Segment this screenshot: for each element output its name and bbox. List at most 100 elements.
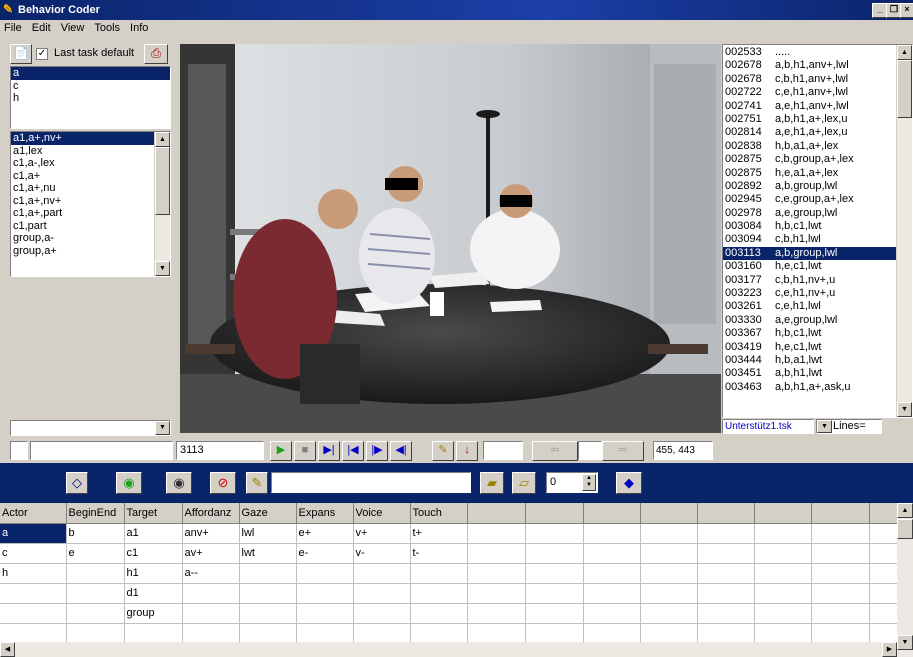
actor-list[interactable]: ach [10, 66, 171, 129]
table-cell[interactable] [467, 543, 526, 564]
menu-view[interactable]: View [57, 20, 91, 34]
record-green-icon[interactable]: ◉ [116, 472, 142, 494]
table-cell[interactable] [296, 563, 354, 584]
scroll-thumb[interactable] [897, 60, 912, 118]
menu-info[interactable]: Info [126, 20, 154, 34]
event-item[interactable]: 003177 c,b,h1,nv+,u [723, 274, 897, 287]
table-cell[interactable] [525, 563, 584, 584]
event-item[interactable]: 002533..... [723, 46, 897, 59]
table-cell[interactable]: d1 [124, 583, 183, 604]
table-cell[interactable] [410, 563, 468, 584]
scroll-down-icon[interactable]: ▼ [155, 261, 170, 276]
open-task-button[interactable]: 📄 [10, 44, 32, 64]
event-item[interactable]: 002945 c,e,group,a+,lex [723, 193, 897, 206]
dropdown-arrow-icon[interactable]: ▼ [817, 420, 832, 433]
scroll-up-icon[interactable]: ▲ [155, 132, 170, 147]
table-cell[interactable] [754, 623, 812, 644]
event-item[interactable]: 002751 a,b,h1,a+,lex,u [723, 113, 897, 126]
grid-scrollbar[interactable]: ▲ ▼ [897, 503, 913, 657]
event-item[interactable]: 003094 c,b,h1,lwl [723, 233, 897, 246]
table-cell[interactable] [0, 623, 67, 644]
table-cell[interactable] [525, 583, 584, 604]
stop-icon[interactable]: ■ [294, 441, 316, 461]
event-item[interactable]: 002875 h,e,a1,a+,lex [723, 167, 897, 180]
lines-dropdown[interactable]: Lines= 177 ▼ [816, 419, 882, 434]
table-cell[interactable] [0, 583, 67, 604]
table-cell[interactable] [525, 543, 584, 564]
column-header[interactable]: Actor [0, 503, 67, 524]
table-cell[interactable] [697, 563, 755, 584]
dropdown-arrow-icon[interactable]: ▼ [155, 421, 170, 435]
code-item[interactable]: c1,a+,part [11, 207, 155, 220]
scroll-right-icon[interactable]: ▶ [882, 642, 897, 657]
event-item[interactable]: 003084 h,b,c1,lwt [723, 220, 897, 233]
table-cell[interactable]: av+ [182, 543, 240, 564]
offset-field[interactable] [483, 441, 523, 460]
table-cell[interactable] [239, 583, 297, 604]
table-cell[interactable] [697, 523, 755, 544]
table-cell[interactable] [353, 583, 411, 604]
scroll-up-icon[interactable]: ▲ [897, 503, 913, 518]
code-item[interactable]: c1,part [11, 220, 155, 233]
grid-hscrollbar[interactable]: ◀ ▶ [0, 642, 897, 657]
code-item[interactable]: a1,lex [11, 145, 155, 158]
rewind-icon[interactable]: ◀| [390, 441, 412, 461]
table-cell[interactable] [697, 603, 755, 624]
table-row[interactable] [0, 623, 910, 644]
table-cell[interactable]: t- [410, 543, 468, 564]
spin-arrows-icon[interactable]: ▲ ▼ [582, 474, 596, 491]
close-button[interactable]: × [900, 3, 913, 18]
table-cell[interactable] [811, 563, 870, 584]
table-cell[interactable] [811, 543, 870, 564]
event-item[interactable]: 002978 a,e,group,lwl [723, 207, 897, 220]
step-forward-icon[interactable]: ▶| [318, 441, 340, 461]
table-cell[interactable] [754, 523, 812, 544]
code-item[interactable]: group,a+ [11, 245, 155, 258]
code-list[interactable]: a1,a+,nv+ a1,lex c1,a-,lex c1,a+ c1,a+,nu c1,… [10, 131, 171, 277]
code-input[interactable] [271, 472, 471, 493]
table-cell[interactable] [754, 563, 812, 584]
code-item[interactable]: a1,a+,nv+ [11, 132, 155, 145]
table-row[interactable]: group [0, 603, 910, 624]
column-header[interactable] [640, 503, 698, 524]
table-cell[interactable] [182, 623, 240, 644]
table-cell[interactable] [239, 623, 297, 644]
marker-icon[interactable]: ✎ [246, 472, 268, 494]
table-cell[interactable] [239, 603, 297, 624]
last-task-default-checkbox[interactable]: ✓ [36, 48, 48, 60]
table-cell[interactable]: lwt [239, 543, 297, 564]
event-item[interactable]: 002814 a,e,h1,a+,lex,u [723, 126, 897, 139]
frame-number-field[interactable]: 3113 [176, 441, 264, 460]
table-cell[interactable] [811, 523, 870, 544]
event-item[interactable]: 003444 h,b,a1,lwt [723, 354, 897, 367]
table-cell[interactable] [353, 603, 411, 624]
event-list-scrollbar[interactable]: ▲ ▼ [896, 45, 912, 417]
table-cell[interactable] [697, 623, 755, 644]
table-cell[interactable] [583, 583, 641, 604]
save-task-button[interactable]: ⎙ [144, 44, 168, 64]
left-combo[interactable]: ▼ [10, 420, 171, 436]
table-cell[interactable] [296, 623, 354, 644]
scroll-down-icon[interactable]: ▼ [897, 635, 913, 650]
table-cell[interactable]: c [0, 543, 67, 564]
menu-file[interactable]: File [0, 20, 28, 34]
table-cell[interactable]: t+ [410, 523, 468, 544]
code-item[interactable]: c1,a+,nu [11, 182, 155, 195]
event-item[interactable]: 002678 c,b,h1,anv+,lwl [723, 73, 897, 86]
frame-back-icon[interactable]: |◀ [342, 441, 364, 461]
event-item[interactable]: 003330 a,e,group,lwl [723, 314, 897, 327]
step-field[interactable] [578, 441, 602, 460]
scroll-thumb[interactable] [897, 519, 913, 539]
table-cell[interactable] [410, 623, 468, 644]
actor-item[interactable]: h [11, 92, 170, 105]
next-disabled-icon[interactable]: ⇨ [602, 441, 644, 461]
table-cell[interactable]: lwl [239, 523, 297, 544]
table-cell[interactable] [182, 583, 240, 604]
table-cell[interactable] [697, 583, 755, 604]
table-cell[interactable]: h [0, 563, 67, 584]
table-cell[interactable] [353, 623, 411, 644]
column-header[interactable]: Affordanz [182, 503, 240, 524]
menu-edit[interactable]: Edit [28, 20, 57, 34]
table-row[interactable]: a b a1 anv+ lwl e+ v+ t+ [0, 523, 910, 544]
column-header[interactable] [811, 503, 870, 524]
